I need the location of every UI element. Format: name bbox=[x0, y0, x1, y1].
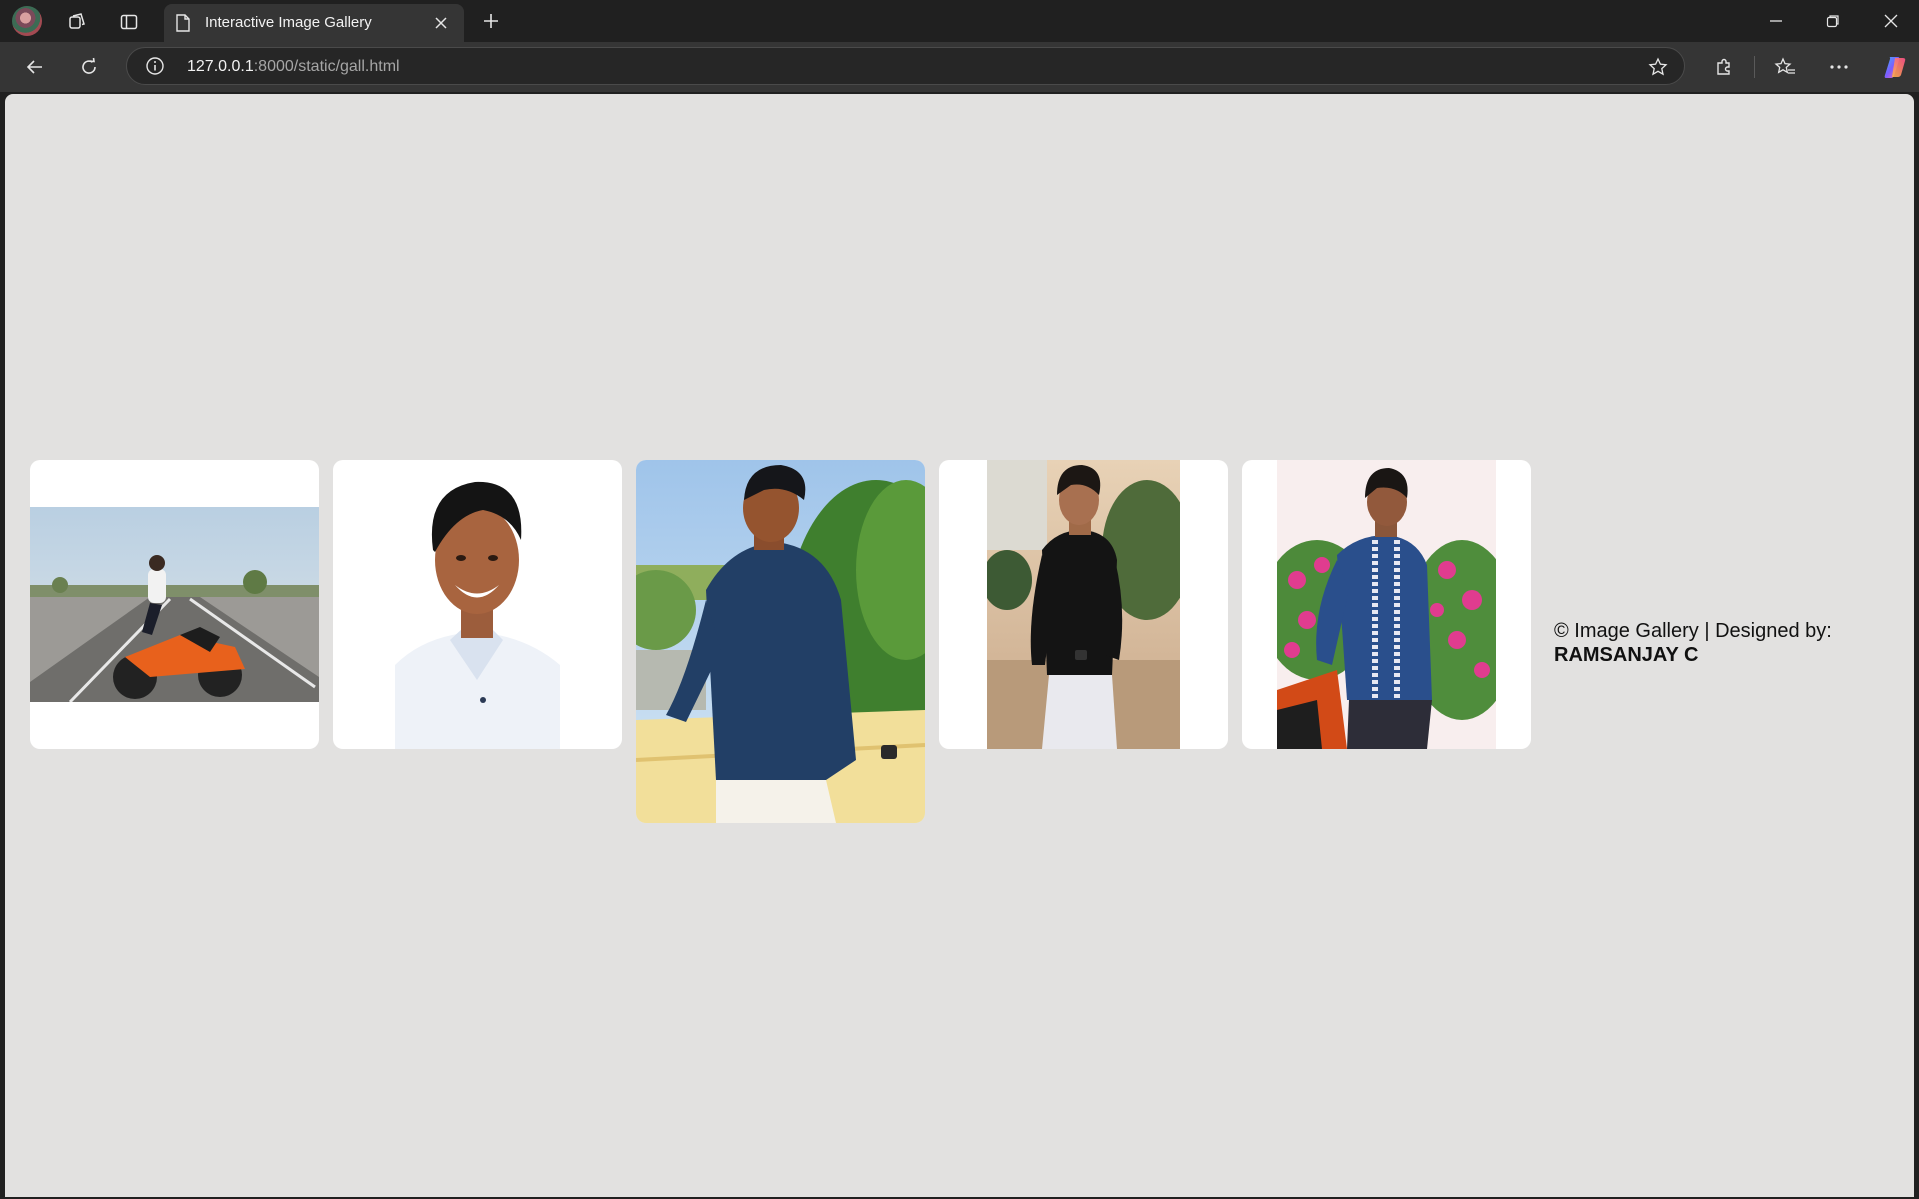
minimize-icon[interactable] bbox=[1764, 9, 1788, 33]
page-icon bbox=[174, 14, 192, 32]
photo-motorcycle[interactable] bbox=[30, 507, 319, 702]
vertical-tabs-icon[interactable] bbox=[116, 9, 142, 35]
url-host: 127.0.0.1 bbox=[187, 58, 254, 75]
gallery-card-1[interactable] bbox=[30, 460, 319, 749]
designer-name: RAMSANJAY C bbox=[1554, 644, 1699, 666]
refresh-icon[interactable] bbox=[76, 54, 102, 80]
address-bar[interactable]: 127.0.0.1:8000/static/gall.html bbox=[126, 47, 1685, 85]
more-icon[interactable] bbox=[1826, 54, 1852, 80]
workspaces-icon[interactable] bbox=[64, 9, 90, 35]
footer-credit: © Image Gallery | Designed by: RAMSANJAY… bbox=[1554, 619, 1884, 667]
browser-tab-active[interactable]: Interactive Image Gallery bbox=[164, 4, 464, 42]
toolbar-divider bbox=[1754, 56, 1755, 78]
photo-black-shirt[interactable] bbox=[987, 460, 1180, 749]
info-icon[interactable] bbox=[145, 56, 165, 76]
star-icon[interactable] bbox=[1647, 56, 1669, 78]
photo-flowers[interactable] bbox=[1277, 460, 1496, 749]
close-tab-icon[interactable] bbox=[432, 14, 450, 32]
tab-title: Interactive Image Gallery bbox=[205, 14, 372, 31]
gallery-card-2[interactable] bbox=[333, 460, 622, 749]
photo-blue-shirt[interactable] bbox=[636, 460, 925, 823]
copilot-icon[interactable] bbox=[1880, 52, 1910, 82]
page-viewport: © Image Gallery | Designed by: RAMSANJAY… bbox=[5, 94, 1914, 1197]
close-window-icon[interactable] bbox=[1879, 9, 1903, 33]
photo-portrait-white[interactable] bbox=[395, 460, 560, 749]
footer-text: © Image Gallery | Designed by: bbox=[1554, 620, 1832, 642]
url-path: :8000/static/gall.html bbox=[253, 58, 400, 75]
browser-toolbar: 127.0.0.1:8000/static/gall.html bbox=[0, 42, 1919, 92]
gallery-card-4[interactable] bbox=[939, 460, 1228, 749]
back-arrow-icon[interactable] bbox=[22, 54, 48, 80]
restore-icon[interactable] bbox=[1821, 9, 1845, 33]
gallery-card-3[interactable] bbox=[636, 460, 925, 823]
gallery-card-5[interactable] bbox=[1242, 460, 1531, 749]
favorites-icon[interactable] bbox=[1772, 54, 1798, 80]
url-text: 127.0.0.1:8000/static/gall.html bbox=[187, 58, 400, 76]
puzzle-icon[interactable] bbox=[1711, 54, 1737, 80]
browser-tabstrip: Interactive Image Gallery bbox=[0, 0, 1919, 42]
new-tab-plus-icon[interactable] bbox=[478, 8, 504, 34]
profile-avatar-icon[interactable] bbox=[12, 6, 42, 36]
